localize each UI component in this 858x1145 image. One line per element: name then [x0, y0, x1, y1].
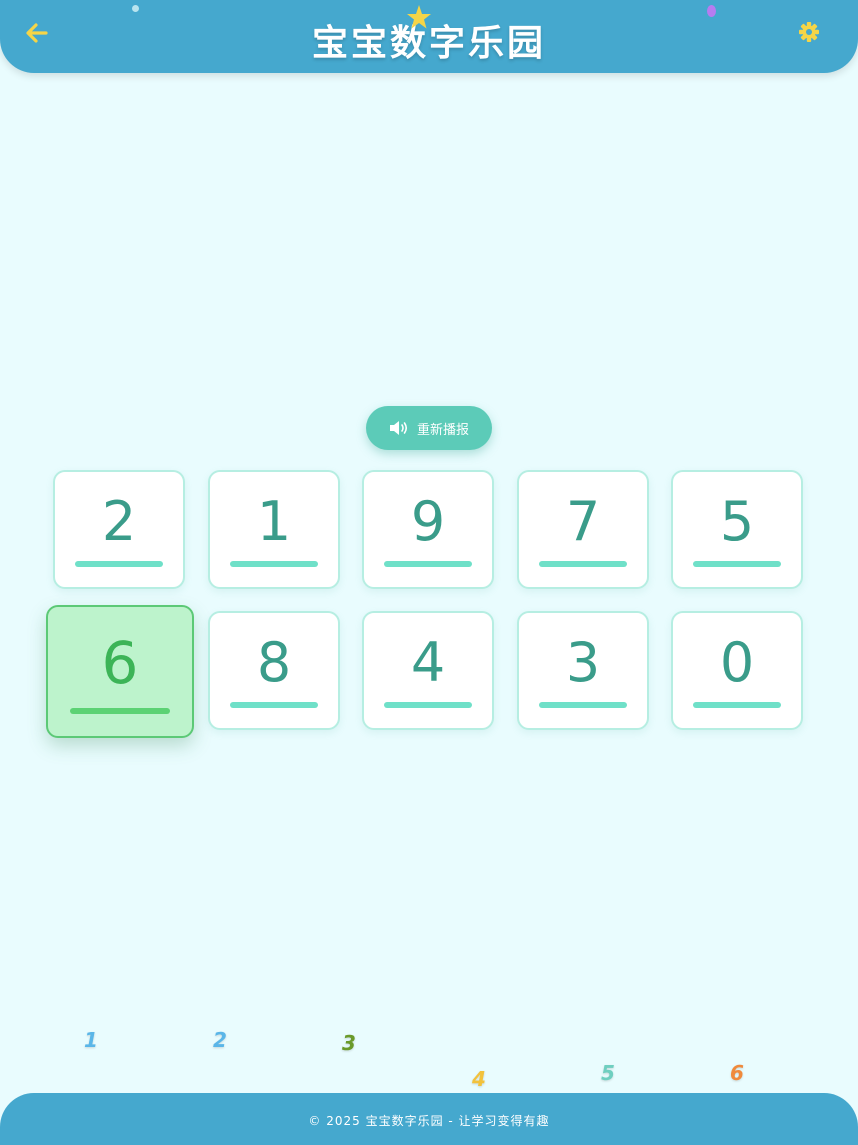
- card-digit: 0: [719, 631, 755, 694]
- card-underline: [693, 702, 781, 708]
- replay-button[interactable]: 重新播报: [366, 406, 492, 450]
- card-digit: 2: [101, 490, 137, 553]
- footer-bar: © 2025 宝宝数字乐园 - 让学习变得有趣: [0, 1093, 858, 1145]
- card-digit: 1: [256, 490, 292, 553]
- number-card[interactable]: 3: [517, 611, 649, 730]
- card-digit: 9: [410, 490, 446, 553]
- number-card[interactable]: 2: [53, 470, 185, 589]
- number-card[interactable]: 0: [671, 611, 803, 730]
- card-underline: [230, 561, 318, 567]
- star-decoration-icon: [407, 5, 431, 29]
- gear-icon: [799, 22, 819, 42]
- dot-decoration-icon: [132, 5, 139, 12]
- floating-number: 6: [730, 1061, 744, 1085]
- card-underline: [539, 702, 627, 708]
- card-digit: 3: [565, 631, 601, 694]
- card-underline: [75, 561, 163, 567]
- card-underline: [384, 702, 472, 708]
- card-underline: [693, 561, 781, 567]
- replay-label: 重新播报: [416, 422, 469, 438]
- number-card[interactable]: 8: [208, 611, 340, 730]
- card-underline: [539, 561, 627, 567]
- card-digit: 6: [101, 629, 139, 697]
- number-card[interactable]: 7: [517, 470, 649, 589]
- floating-number: 4: [472, 1067, 486, 1091]
- floating-number: 1: [84, 1028, 98, 1052]
- floating-number: 3: [342, 1031, 356, 1055]
- number-card[interactable]: 4: [362, 611, 494, 730]
- card-digit: 4: [410, 631, 446, 694]
- number-card[interactable]: 9: [362, 470, 494, 589]
- settings-button[interactable]: [794, 17, 824, 47]
- card-underline: [384, 561, 472, 567]
- footer-copyright: © 2025 宝宝数字乐园 - 让学习变得有趣: [308, 1114, 550, 1128]
- card-digit: 8: [256, 631, 292, 694]
- card-digit: 7: [565, 490, 601, 553]
- card-digit: 5: [719, 490, 755, 553]
- number-card[interactable]: 5: [671, 470, 803, 589]
- card-underline: [230, 702, 318, 708]
- number-card[interactable]: 1: [208, 470, 340, 589]
- floating-number: 2: [213, 1028, 227, 1052]
- balloon-decoration-icon: [707, 5, 716, 17]
- floating-number: 5: [601, 1061, 615, 1085]
- speaker-icon: [389, 421, 408, 435]
- card-underline: [70, 708, 170, 714]
- number-card-selected[interactable]: 6: [46, 605, 194, 738]
